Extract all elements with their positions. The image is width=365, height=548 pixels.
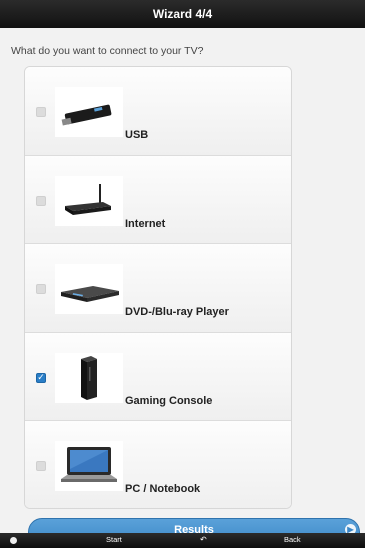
- question-text: What do you want to connect to your TV?: [11, 45, 204, 57]
- checkbox-gaming-console[interactable]: ✓: [36, 372, 46, 383]
- option-label-usb: USB: [125, 129, 149, 141]
- start-button[interactable]: Start: [106, 535, 122, 544]
- option-label-internet: Internet: [125, 217, 166, 230]
- option-label-pc-notebook: PC / Notebook: [125, 483, 201, 496]
- checkbox-dvd-bluray[interactable]: [36, 284, 46, 295]
- option-pc-notebook[interactable]: PC / Notebook: [25, 421, 291, 508]
- footer-bar: Start ↶ Back: [0, 533, 365, 548]
- home-icon[interactable]: [10, 537, 17, 544]
- checkbox-usb[interactable]: [36, 107, 46, 117]
- bluray-player-icon: [55, 264, 123, 315]
- option-list: USB Internet DVD-/Blu-ray Player ✓ Gamin…: [24, 66, 292, 509]
- checkbox-pc-notebook[interactable]: [36, 461, 46, 472]
- router-icon: [55, 175, 123, 226]
- option-gaming-console[interactable]: ✓ Gaming Console: [25, 332, 291, 422]
- option-dvd-bluray[interactable]: DVD-/Blu-ray Player: [25, 244, 291, 333]
- page-title: Wizard 4/4: [152, 7, 213, 21]
- back-button[interactable]: Back: [284, 535, 301, 544]
- option-usb[interactable]: USB: [25, 67, 291, 156]
- back-arrow-icon[interactable]: ↶: [200, 535, 207, 544]
- gaming-console-icon: [55, 352, 123, 403]
- notebook-icon: [55, 441, 123, 492]
- option-label-dvd-bluray: DVD-/Blu-ray Player: [125, 306, 229, 319]
- usb-stick-icon: [55, 87, 123, 137]
- option-label-gaming-console: Gaming Console: [125, 394, 213, 407]
- option-internet[interactable]: Internet: [25, 155, 291, 245]
- title-bar: Wizard 4/4: [0, 0, 365, 28]
- checkbox-internet[interactable]: [36, 195, 46, 206]
